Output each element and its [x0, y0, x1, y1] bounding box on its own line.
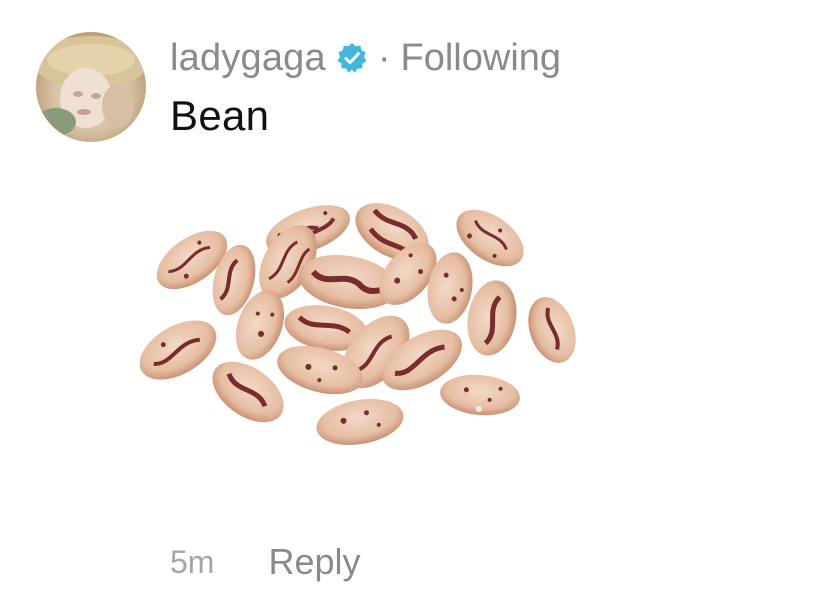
username-link[interactable]: ladygaga	[170, 37, 326, 80]
following-status[interactable]: Following	[401, 37, 562, 80]
avatar-photo	[36, 36, 146, 136]
bean	[316, 399, 404, 445]
verified-badge-icon	[336, 42, 368, 74]
bean	[528, 297, 576, 363]
pinto-beans-image[interactable]	[120, 170, 600, 470]
bean	[440, 374, 520, 416]
comment-text: Bean	[170, 92, 270, 139]
comment: ladygaga · Following Bean 5m Reply	[0, 0, 832, 603]
separator-dot: ·	[377, 36, 391, 79]
reply-button[interactable]: Reply	[268, 541, 360, 583]
comment-footer: 5m Reply	[170, 540, 361, 584]
avatar[interactable]	[36, 32, 146, 142]
bean	[139, 320, 217, 380]
comment-header: ladygaga · Following	[170, 36, 561, 80]
timestamp: 5m	[170, 543, 215, 580]
